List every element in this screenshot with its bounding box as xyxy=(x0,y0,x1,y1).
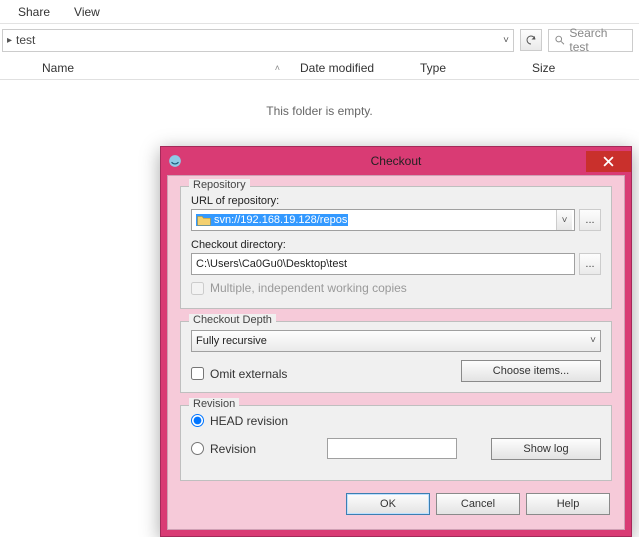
omit-externals-checkbox[interactable]: Omit externals xyxy=(191,367,287,381)
url-combo[interactable]: svn://192.168.19.128/repos ˅ xyxy=(191,209,575,231)
column-size[interactable]: Size xyxy=(520,61,639,75)
titlebar[interactable]: Checkout xyxy=(161,147,631,175)
column-date[interactable]: Date modified xyxy=(288,61,408,75)
group-label: Checkout Depth xyxy=(189,314,276,326)
refresh-button[interactable] xyxy=(520,29,542,51)
browse-dir-button[interactable]: ... xyxy=(579,253,601,275)
dir-label: Checkout directory: xyxy=(191,239,601,251)
revision-input[interactable] xyxy=(327,438,457,459)
chevron-right-icon: ▸ xyxy=(7,35,12,46)
breadcrumb[interactable]: ▸ test ˅ xyxy=(2,29,514,52)
dialog-buttons: OK Cancel Help xyxy=(180,493,612,515)
revision-radio[interactable]: Revision xyxy=(191,442,321,456)
ok-button[interactable]: OK xyxy=(346,493,430,515)
folder-icon xyxy=(197,214,211,226)
browse-url-button[interactable]: ... xyxy=(579,209,601,231)
chevron-down-icon[interactable]: ˅ xyxy=(556,210,572,230)
refresh-icon xyxy=(525,34,537,46)
column-type[interactable]: Type xyxy=(408,61,520,75)
cancel-button[interactable]: Cancel xyxy=(436,493,520,515)
ribbon-tab-share[interactable]: Share xyxy=(6,1,62,23)
column-name[interactable]: Name˄ xyxy=(30,61,288,75)
folder-body: This folder is empty. xyxy=(0,80,639,118)
multiple-copies-checkbox: Multiple, independent working copies xyxy=(191,281,407,295)
breadcrumb-item[interactable]: test xyxy=(16,33,35,47)
url-value: svn://192.168.19.128/repos xyxy=(214,214,347,226)
help-button[interactable]: Help xyxy=(526,493,610,515)
group-repository: Repository URL of repository: svn://192.… xyxy=(180,186,612,309)
search-placeholder: Search test xyxy=(569,26,627,54)
checkout-dialog: Checkout Repository URL of repository: s… xyxy=(160,146,632,537)
show-log-button[interactable]: Show log xyxy=(491,438,601,460)
dir-input[interactable] xyxy=(191,253,575,275)
address-bar: ▸ test ˅ Search test xyxy=(0,24,639,56)
head-revision-radio[interactable]: HEAD revision xyxy=(191,414,601,428)
search-icon xyxy=(554,34,565,46)
ribbon: Share View xyxy=(0,0,639,24)
group-depth: Checkout Depth Fully recursive ˅ Omit ex… xyxy=(180,321,612,393)
group-revision: Revision HEAD revision Revision Show log xyxy=(180,405,612,481)
sort-caret-icon: ˄ xyxy=(275,63,280,73)
column-headers: Name˄ Date modified Type Size xyxy=(0,56,639,80)
choose-items-button[interactable]: Choose items... xyxy=(461,360,601,382)
url-label: URL of repository: xyxy=(191,195,601,207)
dialog-title: Checkout xyxy=(161,154,631,168)
empty-message: This folder is empty. xyxy=(266,104,372,118)
chevron-down-icon: ˅ xyxy=(590,335,596,346)
group-label: Revision xyxy=(189,398,239,410)
depth-select[interactable]: Fully recursive ˅ xyxy=(191,330,601,352)
group-label: Repository xyxy=(189,179,250,191)
chevron-down-icon[interactable]: ˅ xyxy=(503,35,509,46)
ribbon-tab-view[interactable]: View xyxy=(62,1,112,23)
search-input[interactable]: Search test xyxy=(548,29,633,52)
